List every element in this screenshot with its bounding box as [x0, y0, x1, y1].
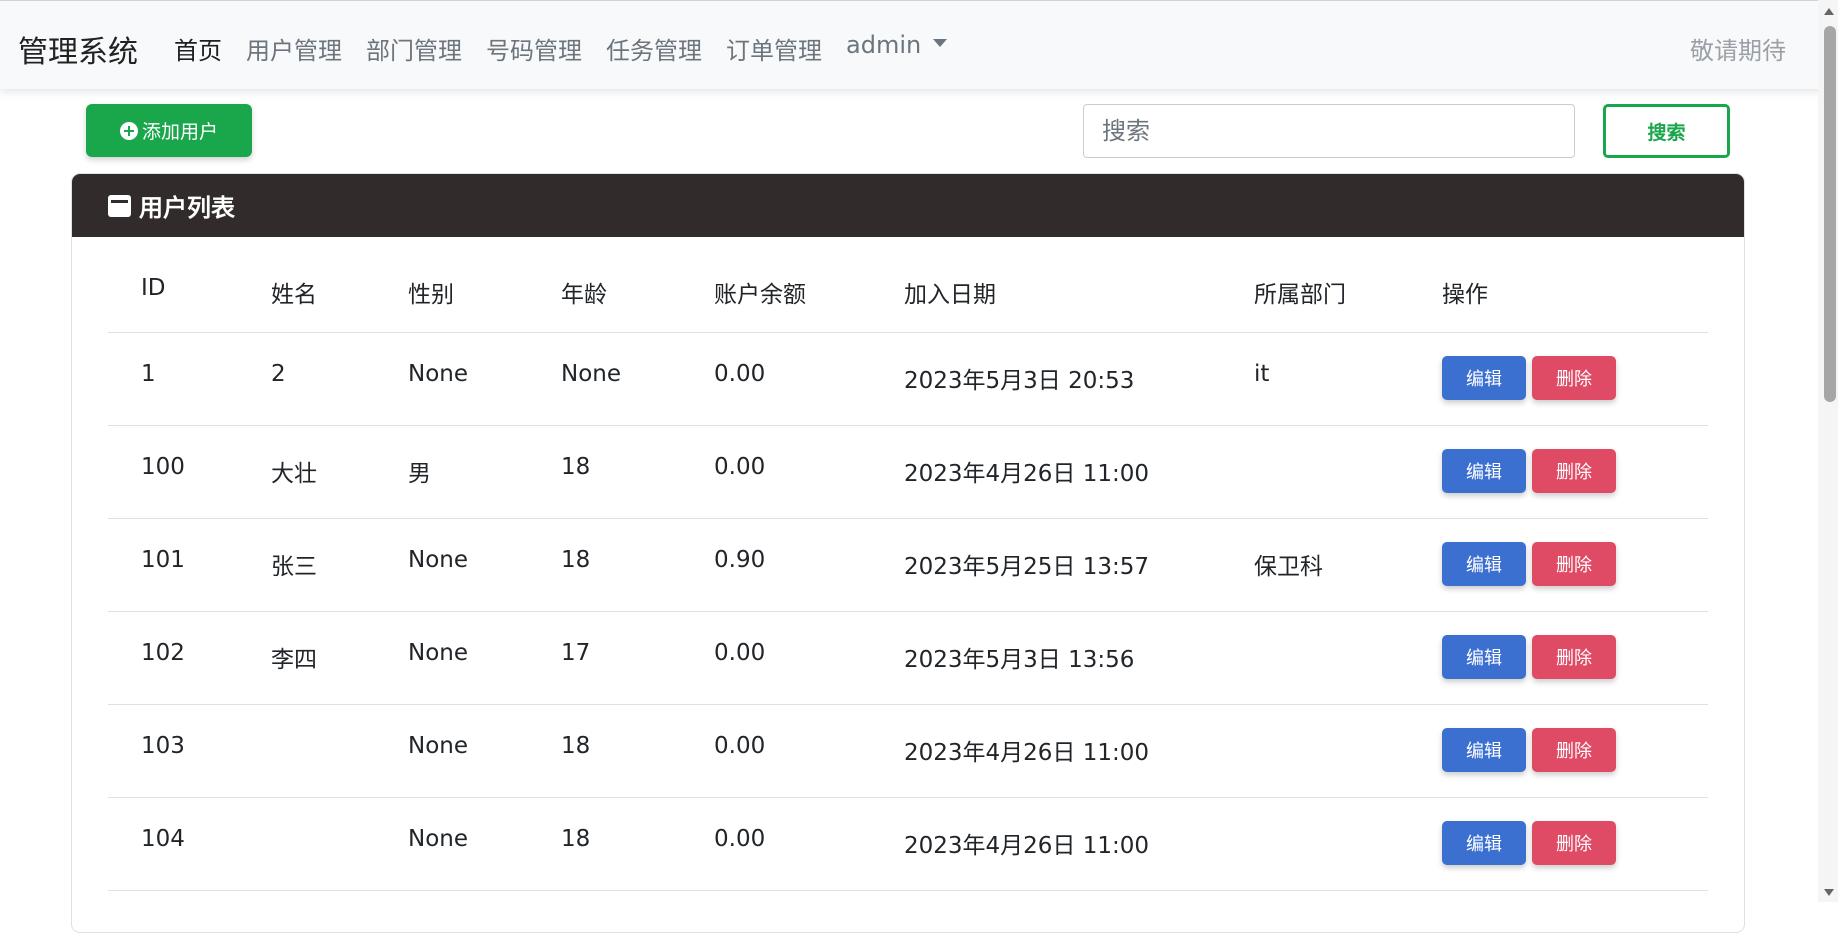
table-row: 103 None 18 0.00 2023年4月26日 11:00 编辑 删除 [108, 705, 1708, 798]
delete-button[interactable]: 删除 [1532, 728, 1616, 772]
cell-join-date: 2023年5月3日 20:53 [904, 368, 1135, 394]
cell-name: 大壮 [271, 461, 317, 487]
scroll-down-arrow-icon[interactable] [1824, 889, 1834, 896]
nav-item-home[interactable]: 首页 [174, 31, 222, 66]
top-navbar: 管理系统 首页 用户管理 部门管理 号码管理 任务管理 订单管理 admin 敬… [0, 0, 1838, 89]
cell-gender: None [408, 733, 469, 759]
table-row: 100 大壮 男 18 0.00 2023年4月26日 11:00 编辑 删除 [108, 426, 1708, 519]
cell-age: 18 [561, 733, 591, 759]
nav-item-orders[interactable]: 订单管理 [726, 31, 822, 66]
cell-gender: None [408, 361, 469, 387]
column-header-actions: 操作 [1442, 282, 1488, 308]
delete-button[interactable]: 删除 [1532, 635, 1616, 679]
cell-id: 100 [141, 454, 185, 480]
cell-balance: 0.00 [714, 361, 766, 387]
panel-title: 用户列表 [139, 194, 235, 222]
edit-button[interactable]: 编辑 [1442, 821, 1526, 865]
cell-gender: None [408, 640, 469, 666]
nav-item-departments[interactable]: 部门管理 [366, 31, 462, 66]
nav-item-numbers[interactable]: 号码管理 [486, 31, 582, 66]
cell-gender: 男 [408, 461, 431, 487]
edit-button[interactable]: 编辑 [1442, 356, 1526, 400]
cell-age: 18 [561, 454, 591, 480]
cell-id: 101 [141, 547, 185, 573]
cell-age: 18 [561, 547, 591, 573]
cell-id: 1 [141, 361, 156, 387]
cell-balance: 0.90 [714, 547, 766, 573]
cell-balance: 0.00 [714, 733, 766, 759]
column-header-age: 年龄 [561, 282, 607, 308]
cell-department: it [1254, 361, 1270, 387]
cell-join-date: 2023年5月3日 13:56 [904, 647, 1135, 673]
column-header-department: 所属部门 [1254, 282, 1346, 308]
cell-balance: 0.00 [714, 826, 766, 852]
delete-button[interactable]: 删除 [1532, 542, 1616, 586]
table-row: 102 李四 None 17 0.00 2023年5月3日 13:56 编辑 删… [108, 612, 1708, 705]
cell-name: 张三 [271, 554, 317, 580]
add-user-label: 添加用户 [141, 121, 218, 143]
cell-name: 2 [271, 361, 286, 387]
cell-gender: None [408, 826, 469, 852]
cell-join-date: 2023年5月25日 13:57 [904, 554, 1150, 580]
cell-balance: 0.00 [714, 640, 766, 666]
table-row: 1 2 None None 0.00 2023年5月3日 20:53 it 编辑… [108, 333, 1708, 426]
nav-item-tasks[interactable]: 任务管理 [606, 31, 702, 66]
panel-header: 用户列表 [72, 174, 1744, 237]
column-header-balance: 账户余额 [714, 282, 806, 308]
search-input[interactable] [1083, 104, 1575, 158]
cell-join-date: 2023年4月26日 11:00 [904, 740, 1150, 766]
table-row: 101 张三 None 18 0.90 2023年5月25日 13:57 保卫科… [108, 519, 1708, 612]
edit-button[interactable]: 编辑 [1442, 635, 1526, 679]
add-user-button[interactable]: 添加用户 [86, 104, 252, 157]
calendar-icon [108, 194, 131, 217]
cell-department: 保卫科 [1254, 554, 1323, 580]
column-header-join-date: 加入日期 [904, 282, 996, 308]
delete-button[interactable]: 删除 [1532, 356, 1616, 400]
cell-id: 104 [141, 826, 185, 852]
cell-gender: None [408, 547, 469, 573]
cell-id: 102 [141, 640, 185, 666]
scroll-up-arrow-icon[interactable] [1824, 8, 1834, 15]
chevron-down-icon [933, 39, 948, 47]
cell-join-date: 2023年4月26日 11:00 [904, 461, 1150, 487]
user-menu-dropdown[interactable]: admin [846, 31, 948, 59]
edit-button[interactable]: 编辑 [1442, 449, 1526, 493]
delete-button[interactable]: 删除 [1532, 821, 1616, 865]
cell-id: 103 [141, 733, 185, 759]
user-menu-label: admin [846, 31, 922, 59]
brand-title[interactable]: 管理系统 [18, 27, 138, 71]
cell-age: 18 [561, 826, 591, 852]
column-header-name: 姓名 [271, 282, 317, 308]
column-header-gender: 性别 [408, 282, 454, 308]
cell-balance: 0.00 [714, 454, 766, 480]
cell-age: 17 [561, 640, 591, 666]
table-header-row: ID 姓名 性别 年龄 账户余额 加入日期 所属部门 操作 [108, 237, 1708, 333]
coming-soon-link[interactable]: 敬请期待 [1690, 31, 1786, 66]
cell-name: 李四 [271, 647, 317, 673]
scrollbar-thumb[interactable] [1824, 26, 1836, 402]
search-button[interactable]: 搜索 [1603, 104, 1730, 158]
delete-button[interactable]: 删除 [1532, 449, 1616, 493]
table-row: 104 None 18 0.00 2023年4月26日 11:00 编辑 删除 [108, 798, 1708, 891]
column-header-id: ID [141, 275, 166, 301]
plus-circle-icon [119, 121, 138, 140]
cell-join-date: 2023年4月26日 11:00 [904, 833, 1150, 859]
edit-button[interactable]: 编辑 [1442, 728, 1526, 772]
edit-button[interactable]: 编辑 [1442, 542, 1526, 586]
nav-item-users[interactable]: 用户管理 [246, 31, 342, 66]
user-table: ID 姓名 性别 年龄 账户余额 加入日期 所属部门 操作 1 2 None N… [108, 237, 1708, 891]
cell-age: None [561, 361, 622, 387]
user-list-panel: 用户列表 ID 姓名 性别 年龄 账户余额 加入日期 所属部门 操作 1 2 N… [71, 173, 1745, 933]
vertical-scrollbar[interactable] [1818, 0, 1838, 902]
